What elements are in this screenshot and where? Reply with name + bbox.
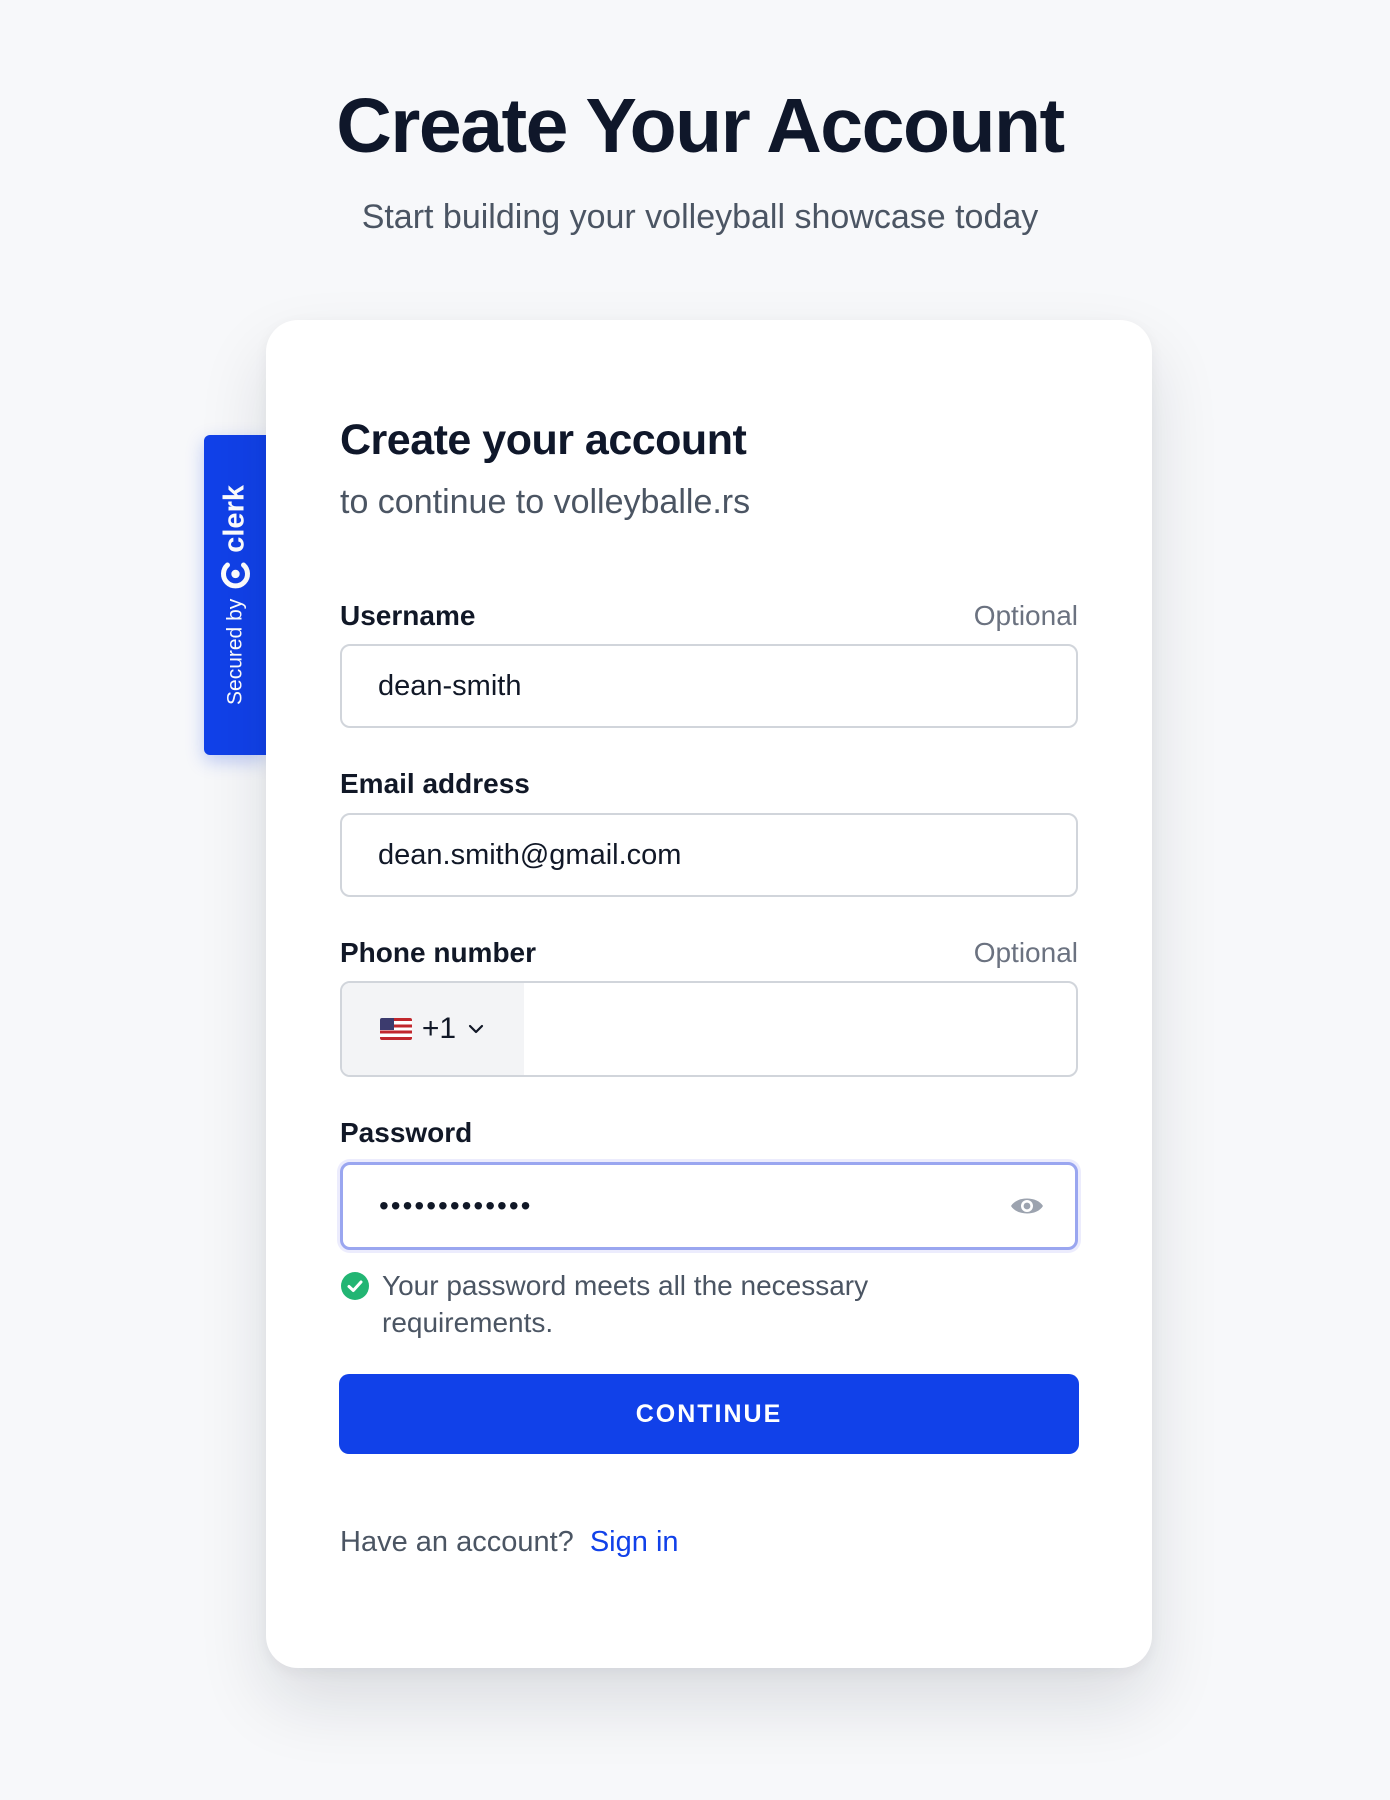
page-subtitle: Start building your volleyball showcase … bbox=[361, 198, 1039, 236]
check-circle-icon bbox=[341, 1272, 369, 1300]
phone-label: Phone number bbox=[340, 937, 537, 968]
phone-field[interactable]: +1 bbox=[340, 981, 1078, 1077]
username-optional-label: Optional bbox=[973, 600, 1078, 631]
password-value: ••••••••••••• bbox=[379, 1190, 533, 1221]
password-hint-text: Your password meets all the necessary re… bbox=[382, 1270, 869, 1338]
email-value: dean.smith@gmail.com bbox=[378, 838, 682, 871]
password-field[interactable]: ••••••••••••• bbox=[340, 1162, 1078, 1250]
username-value: dean-smith bbox=[378, 669, 522, 702]
sign-in-prompt-text: Have an account? bbox=[340, 1526, 574, 1558]
password-label: Password bbox=[340, 1117, 473, 1148]
secured-by-label: Secured by bbox=[223, 598, 246, 705]
sign-up-card: Create your account to continue to volle… bbox=[266, 320, 1152, 1668]
country-code: +1 bbox=[421, 1012, 457, 1045]
us-flag-icon bbox=[379, 1018, 412, 1040]
card-subtitle: to continue to volleyballe.rs bbox=[340, 483, 751, 521]
username-label: Username bbox=[340, 600, 476, 631]
clerk-logo-icon bbox=[220, 562, 250, 589]
card-title: Create your account bbox=[340, 416, 747, 464]
password-hint: Your password meets all the necessary re… bbox=[340, 1267, 940, 1341]
sign-in-prompt: Have an account? Sign in bbox=[340, 1526, 679, 1559]
country-code-select[interactable]: +1 bbox=[342, 983, 524, 1075]
phone-optional-label: Optional bbox=[973, 937, 1078, 968]
username-input[interactable]: dean-smith bbox=[340, 644, 1078, 728]
secured-by-clerk-badge[interactable]: Secured by clerk bbox=[204, 435, 266, 755]
email-label: Email address bbox=[340, 768, 530, 799]
clerk-logo: clerk bbox=[219, 485, 252, 589]
sign-in-link[interactable]: Sign in bbox=[590, 1526, 679, 1558]
page-title: Create Your Account bbox=[336, 83, 1065, 169]
clerk-wordmark: clerk bbox=[218, 485, 251, 553]
eye-icon[interactable] bbox=[1009, 1194, 1045, 1218]
chevron-down-icon bbox=[469, 1024, 484, 1034]
continue-button[interactable]: CONTINUE bbox=[339, 1374, 1079, 1454]
email-field[interactable]: dean.smith@gmail.com bbox=[340, 813, 1078, 897]
